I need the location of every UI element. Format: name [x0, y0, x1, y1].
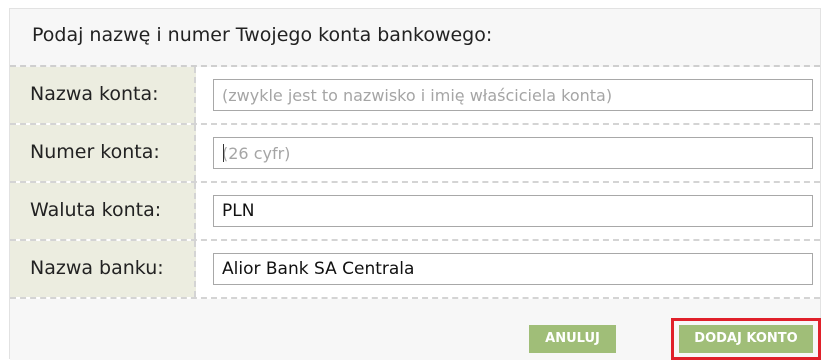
account-name-input[interactable]: [213, 79, 813, 111]
dialog-header: Podaj nazwę i numer Twojego konta bankow…: [10, 9, 820, 67]
label-cell: Waluta konta:: [10, 183, 196, 239]
account-number-input[interactable]: [213, 137, 813, 169]
add-bank-account-dialog: Podaj nazwę i numer Twojego konta bankow…: [9, 8, 821, 360]
bank-name-input[interactable]: [213, 253, 813, 285]
label-cell: Nazwa banku:: [10, 241, 196, 297]
form-row-bank-name: Nazwa banku:: [10, 241, 820, 299]
form-row-account-currency: Waluta konta:: [10, 183, 820, 241]
account-number-label: Numer konta:: [30, 141, 160, 163]
form-row-account-name: Nazwa konta:: [10, 67, 820, 125]
account-currency-label: Waluta konta:: [30, 199, 162, 221]
dialog-title: Podaj nazwę i numer Twojego konta bankow…: [32, 24, 493, 46]
add-account-button[interactable]: DODAJ KONTO: [679, 325, 813, 353]
form-row-account-number: Numer konta:: [10, 125, 820, 183]
account-currency-input[interactable]: [213, 195, 813, 227]
bank-name-label: Nazwa banku:: [30, 257, 164, 279]
dialog-footer: ANULUJ DODAJ KONTO: [10, 299, 821, 360]
cancel-button[interactable]: ANULUJ: [529, 325, 616, 353]
label-cell: Numer konta:: [10, 125, 196, 181]
text-cursor: [223, 144, 224, 162]
account-name-label: Nazwa konta:: [30, 83, 159, 105]
label-cell: Nazwa konta:: [10, 67, 196, 123]
